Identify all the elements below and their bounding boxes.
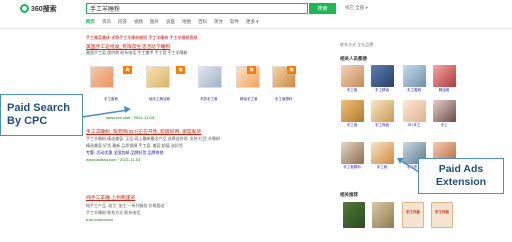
callout-line: Paid Ads bbox=[438, 163, 484, 175]
callout-line: Extension bbox=[435, 175, 487, 188]
paid-ads-callout: Paid Ads Extension bbox=[418, 158, 504, 194]
paid-search-arrowhead bbox=[124, 106, 131, 113]
callout-line: Paid Search bbox=[7, 102, 70, 114]
paid-search-callout: Paid Search By CPC bbox=[0, 94, 83, 136]
paid-ads-arrow bbox=[399, 159, 420, 173]
callout-line: By CPC bbox=[7, 115, 48, 128]
paid-search-arrow bbox=[81, 109, 129, 118]
